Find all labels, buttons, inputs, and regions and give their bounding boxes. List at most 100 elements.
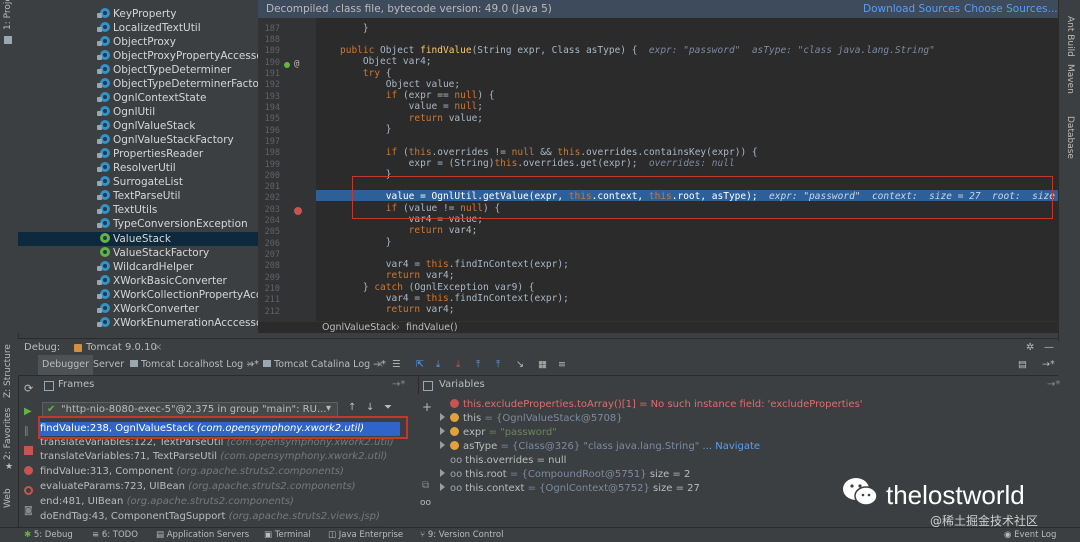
show-execution-point-icon[interactable]: ⇱ [416, 355, 424, 375]
variable-row[interactable]: expr = "password" [440, 426, 557, 440]
app-servers-tool-button[interactable]: ▤ Application Servers [156, 528, 249, 542]
tree-item-selected[interactable]: ValueStack [18, 232, 258, 246]
add-watch-icon[interactable]: + [422, 400, 432, 414]
close-icon[interactable]: × [246, 355, 254, 375]
minimize-icon[interactable]: — [1044, 339, 1054, 356]
tree-item[interactable]: PropertiesReader [97, 147, 203, 161]
menu-icon[interactable]: ☰ [392, 355, 401, 375]
evaluate-icon[interactable]: ▦ [538, 355, 547, 375]
variable-row[interactable]: oo this.context = {OgnlContext@5752} size… [440, 482, 700, 496]
tree-item[interactable]: TypeConversionException [97, 217, 248, 231]
frame-item[interactable]: evaluateParams:723, UIBean (org.apache.s… [40, 480, 356, 494]
tab-server[interactable]: Server [93, 355, 124, 375]
java-ee-tool-button[interactable]: ◫ Java Enterprise [328, 528, 403, 542]
tab-catalina-log[interactable]: Tomcat Catalina Log →* [263, 355, 386, 375]
ant-build-tab[interactable]: Ant Build [1065, 16, 1075, 57]
step-out-icon[interactable]: ⤒ [496, 355, 500, 375]
breadcrumb-method[interactable]: findValue() [406, 322, 458, 333]
variable-row[interactable]: oo this.root = {CompoundRoot@5751} size =… [440, 468, 690, 482]
vcs-tool-button[interactable]: ⑂ 9: Version Control [420, 528, 503, 542]
arrow-up-icon[interactable]: ↑ [348, 402, 356, 413]
variable-row[interactable]: oo this.overrides = null [450, 454, 566, 468]
more-icon[interactable]: →* [1042, 355, 1055, 375]
tree-item[interactable]: ObjectProxy [97, 35, 176, 49]
tree-item[interactable]: ObjectTypeDeterminer [97, 63, 231, 77]
favorites-tool-tab[interactable]: 2: Favorites [3, 408, 13, 460]
tree-item[interactable]: TextUtils [97, 203, 157, 217]
tree-item[interactable]: ValueStackFactory [100, 246, 209, 260]
tree-item[interactable]: OgnlUtil [97, 105, 155, 119]
gear-icon[interactable]: ✲ [1026, 339, 1034, 356]
frame-item[interactable]: end:481, UIBean (org.apache.struts2.comp… [40, 495, 294, 509]
breakpoint-icon[interactable] [294, 207, 302, 215]
tree-item[interactable]: TextParseUtil [97, 189, 180, 203]
expand-icon[interactable] [440, 441, 445, 449]
more-icon[interactable]: →* [392, 376, 405, 394]
code-editor[interactable]: Decompiled .class file, bytecode version… [258, 0, 1058, 333]
terminal-tool-button[interactable]: ▣ Terminal [264, 528, 311, 542]
more-icon[interactable]: →* [1047, 376, 1060, 394]
force-step-into-icon[interactable]: ⤒ [476, 355, 480, 375]
tab-debugger[interactable]: Debugger [38, 355, 94, 375]
download-sources-link[interactable]: Download Sources [863, 0, 960, 18]
tree-item[interactable]: OgnlValueStack [97, 119, 195, 133]
tree-item[interactable]: XWorkBasicConverter [97, 274, 227, 288]
run-to-cursor-icon[interactable]: ↘ [516, 355, 524, 375]
todo-tool-button[interactable]: ≡ 6: TODO [92, 528, 138, 542]
tree-item[interactable]: LocalizedTextUtil [97, 21, 201, 35]
tree-item[interactable]: XWorkEnumerationAcccessor [97, 316, 258, 330]
expand-icon[interactable] [440, 427, 445, 435]
variable-row[interactable]: this.excludeProperties.toArray()[1] = No… [450, 398, 863, 412]
event-log-button[interactable]: ◉ Event Log [1004, 528, 1056, 542]
chevron-down-icon[interactable]: ▾ [326, 403, 331, 414]
close-icon[interactable]: × [154, 339, 162, 356]
tree-item[interactable]: ObjectTypeDeterminerFactory [97, 77, 258, 91]
pause-icon[interactable]: ∥ [24, 426, 29, 437]
maven-tab[interactable]: Maven [1065, 64, 1075, 94]
tree-item[interactable]: OgnlContextState [97, 91, 206, 105]
run-config-tab[interactable]: Tomcat 9.0.10 [86, 339, 157, 356]
web-tool-tab[interactable]: Web [3, 488, 13, 508]
close-icon[interactable]: × [376, 355, 384, 375]
choose-sources-link[interactable]: Choose Sources... [964, 0, 1058, 18]
expand-icon[interactable] [440, 413, 445, 421]
database-tab[interactable]: Database [1065, 116, 1075, 159]
tree-item[interactable]: SurrogateList [97, 175, 183, 189]
copy-icon[interactable]: ⧉ [422, 480, 429, 491]
tab-localhost-log[interactable]: Tomcat Localhost Log →* [130, 355, 259, 375]
step-into-icon[interactable]: ⤓ [456, 355, 460, 375]
tree-item[interactable]: KeyProperty [97, 7, 176, 21]
breadcrumb-class[interactable]: OgnlValueStack [322, 322, 397, 333]
frame-item[interactable]: doEndTag:43, ComponentTagSupport (org.ap… [40, 510, 380, 524]
resume-icon[interactable]: ▶ [24, 406, 32, 417]
navigate-link[interactable]: ... Navigate [703, 441, 761, 452]
code-line: return var4; [408, 225, 478, 236]
filter-icon[interactable]: ⏷ [384, 402, 392, 413]
debug-tool-button[interactable]: ✱ 5: Debug [24, 528, 73, 542]
trace-icon[interactable]: ≡ [558, 355, 566, 375]
annotation-gutter-icon: @ [294, 59, 300, 69]
frame-item[interactable]: findValue:313, Component (org.apache.str… [40, 465, 344, 479]
watches-icon[interactable]: oo [420, 498, 431, 508]
tree-item[interactable]: WildcardHelper [97, 260, 193, 274]
camera-icon[interactable]: ◙ [24, 506, 33, 516]
structure-tool-tab[interactable]: Z: Structure [3, 344, 13, 398]
expand-icon[interactable] [440, 469, 445, 477]
override-gutter-icon[interactable] [284, 62, 290, 68]
tree-item[interactable]: XWorkCollectionPropertyAccess [97, 288, 258, 302]
tree-item[interactable]: ResolverUtil [97, 161, 176, 175]
tree-item[interactable]: ObjectProxyPropertyAccessor [97, 49, 258, 63]
variable-row[interactable]: this = {OgnlValueStack@5708} [440, 412, 623, 426]
expand-icon[interactable] [440, 483, 445, 491]
tree-item[interactable]: XWorkConverter [97, 302, 199, 316]
mute-breakpoints-icon[interactable] [24, 486, 33, 495]
restore-layout-icon[interactable]: ▤ [1018, 355, 1027, 375]
step-over-icon[interactable]: ⤓ [436, 355, 440, 375]
arrow-down-icon[interactable]: ↓ [366, 402, 374, 413]
frame-item[interactable]: translateVariables:71, TextParseUtil (co… [40, 450, 387, 464]
stop-icon[interactable] [24, 446, 33, 455]
project-tool-tab[interactable]: 1: Project [3, 0, 13, 30]
variable-row[interactable]: asType = {Class@326} "class java.lang.St… [440, 440, 760, 454]
view-breakpoints-icon[interactable] [24, 466, 33, 475]
tree-item[interactable]: OgnlValueStackFactory [97, 133, 234, 147]
